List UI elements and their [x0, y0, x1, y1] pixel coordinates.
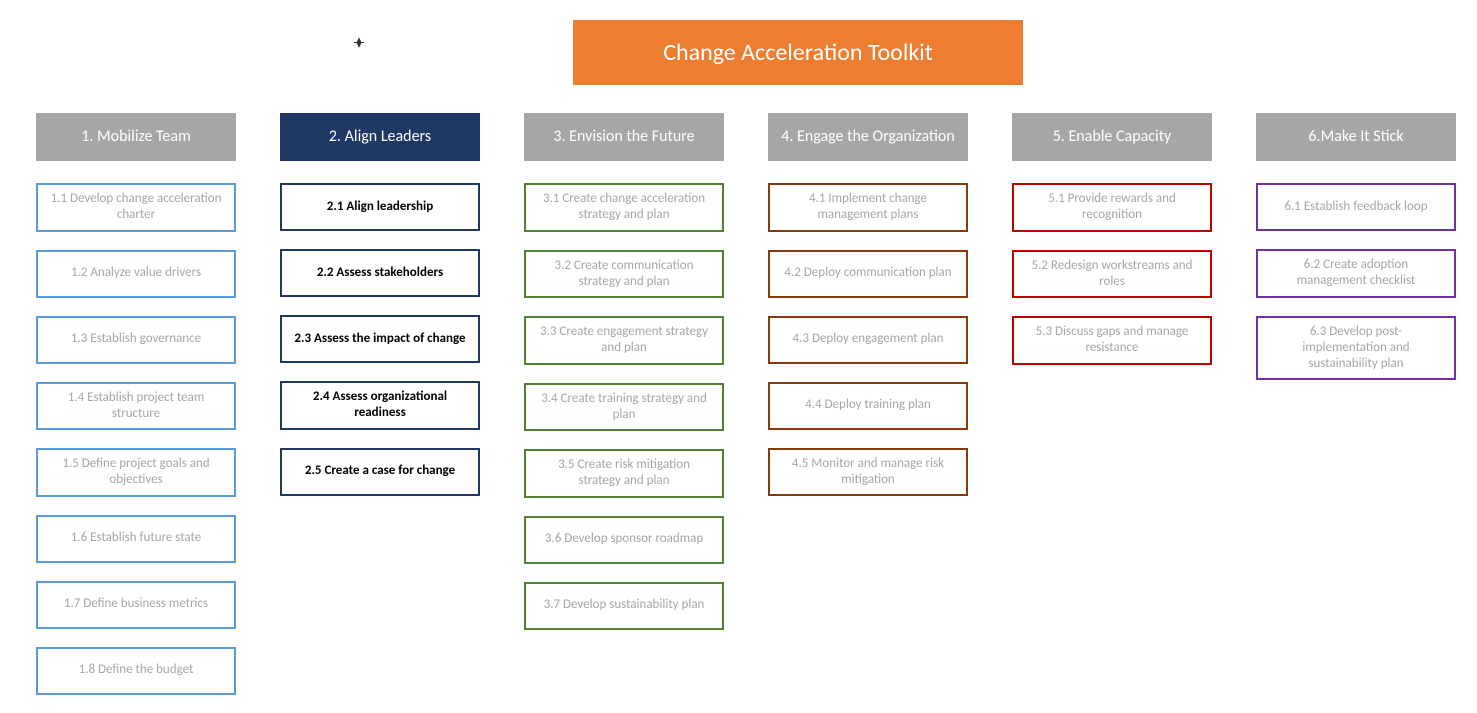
toolkit-item[interactable]: 5.3 Discuss gaps and manage resistance	[1012, 316, 1212, 365]
row-resize-icon[interactable]: ▴ ▾	[352, 36, 366, 48]
toolkit-item[interactable]: 1.3 Establish governance	[36, 316, 236, 364]
column-2: 2. Align Leaders 2.1 Align leadership 2.2 …	[258, 113, 502, 713]
toolkit-item[interactable]: 2.5 Create a case for change	[280, 448, 480, 496]
toolkit-item[interactable]: 1.7 Define business metrics	[36, 581, 236, 629]
toolkit-item[interactable]: 6.1 Establish feedback loop	[1256, 183, 1456, 231]
toolkit-item[interactable]: 6.3 Develop post-implementation and sust…	[1256, 316, 1456, 381]
toolkit-item[interactable]: 2.3 Assess the impact of change	[280, 315, 480, 363]
column-4: 4. Engage the Organization 4.1 Implement …	[746, 113, 990, 713]
toolkit-item[interactable]: 2.4 Assess organizational readiness	[280, 381, 480, 430]
column-header[interactable]: 1. Mobilize Team	[36, 113, 236, 161]
toolkit-item[interactable]: 4.2 Deploy communication plan	[768, 250, 968, 298]
column-header[interactable]: 3. Envision the Future	[524, 113, 724, 161]
toolkit-item[interactable]: 3.3 Create engagement strategy and plan	[524, 316, 724, 365]
toolkit-item[interactable]: 2.2 Assess stakeholders	[280, 249, 480, 297]
toolkit-item[interactable]: 5.1 Provide rewards and recognition	[1012, 183, 1212, 232]
columns-container: 1. Mobilize Team 1.1 Develop change accel…	[14, 113, 1477, 713]
toolkit-item[interactable]: 1.6 Establish future state	[36, 515, 236, 563]
toolkit-item[interactable]: 4.1 Implement change management plans	[768, 183, 968, 232]
toolkit-item[interactable]: 3.1 Create change acceleration strategy …	[524, 183, 724, 232]
column-3: 3. Envision the Future 3.1 Create change …	[502, 113, 746, 713]
column-5: 5. Enable Capacity 5.1 Provide rewards an…	[990, 113, 1234, 713]
toolkit-item[interactable]: 1.1 Develop change acceleration charter	[36, 183, 236, 232]
title-text: Change Acceleration Toolkit	[663, 38, 933, 67]
toolkit-item[interactable]: 3.6 Develop sponsor roadmap	[524, 516, 724, 564]
column-1: 1. Mobilize Team 1.1 Develop change accel…	[14, 113, 258, 713]
toolkit-item[interactable]: 3.4 Create training strategy and plan	[524, 383, 724, 432]
toolkit-item[interactable]: 3.5 Create risk mitigation strategy and …	[524, 449, 724, 498]
toolkit-item[interactable]: 1.5 Define project goals and objectives	[36, 448, 236, 497]
toolkit-item[interactable]: 6.2 Create adoption management checklist	[1256, 249, 1456, 298]
column-header[interactable]: 2. Align Leaders	[280, 113, 480, 161]
toolkit-item[interactable]: 2.1 Align leadership	[280, 183, 480, 231]
toolkit-item[interactable]: 1.4 Establish project team structure	[36, 382, 236, 431]
toolkit-item[interactable]: 4.5 Monitor and manage risk mitigation	[768, 448, 968, 497]
toolkit-item[interactable]: 1.2 Analyze value drivers	[36, 250, 236, 298]
column-header[interactable]: 6.Make It Stick	[1256, 113, 1456, 161]
title-banner: Change Acceleration Toolkit	[573, 20, 1023, 85]
toolkit-item[interactable]: 3.2 Create communication strategy and pl…	[524, 250, 724, 299]
toolkit-item[interactable]: 1.8 Define the budget	[36, 647, 236, 695]
toolkit-item[interactable]: 3.7 Develop sustainability plan	[524, 582, 724, 630]
column-header[interactable]: 5. Enable Capacity	[1012, 113, 1212, 161]
column-header[interactable]: 4. Engage the Organization	[768, 113, 968, 161]
toolkit-item[interactable]: 4.3 Deploy engagement plan	[768, 316, 968, 364]
toolkit-item[interactable]: 4.4 Deploy training plan	[768, 382, 968, 430]
column-6: 6.Make It Stick 6.1 Establish feedback lo…	[1234, 113, 1477, 713]
toolkit-item[interactable]: 5.2 Redesign workstreams and roles	[1012, 250, 1212, 299]
